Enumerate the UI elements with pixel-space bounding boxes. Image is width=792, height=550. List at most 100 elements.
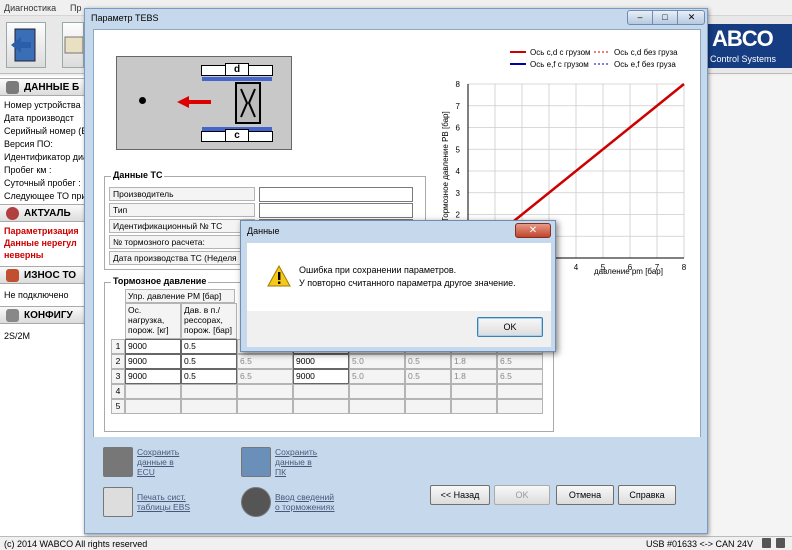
print-ebs-table-link[interactable]: Печать сист. таблицы EBS bbox=[137, 492, 190, 512]
window-title: Параметр TEBS bbox=[91, 13, 159, 23]
kingpin-dot bbox=[139, 97, 146, 104]
table-cell[interactable] bbox=[181, 384, 237, 399]
pc-save-icon[interactable] bbox=[241, 447, 271, 477]
warning-icon bbox=[267, 265, 291, 287]
row-number: 1 bbox=[111, 339, 125, 354]
help-button[interactable]: Справка bbox=[618, 485, 676, 505]
dialog-ok-button[interactable]: OK bbox=[477, 317, 543, 337]
exit-door-icon bbox=[11, 28, 36, 62]
brake-calc-label: № тормозного расчета: bbox=[109, 235, 255, 249]
save-to-ecu-link[interactable]: Сохранить данные в ECU bbox=[137, 447, 179, 477]
table-cell[interactable] bbox=[349, 399, 405, 414]
save-to-pc-link[interactable]: Сохранить данные в ПК bbox=[275, 447, 317, 477]
table-cell[interactable] bbox=[349, 384, 405, 399]
table-cell[interactable] bbox=[181, 399, 237, 414]
y-axis-label: Тормозное давление РВ [бар] bbox=[441, 111, 450, 222]
minimize-button[interactable]: – bbox=[628, 11, 653, 24]
col-header-load: Ос. нагрузка, порож. [кг] bbox=[125, 303, 181, 339]
table-cell[interactable]: 5.0 bbox=[349, 354, 405, 369]
cancel-button[interactable]: Отмена bbox=[556, 485, 614, 505]
right-background-strip bbox=[708, 76, 792, 536]
table-cell[interactable]: 6.5 bbox=[237, 354, 293, 369]
folder-icon bbox=[64, 36, 84, 54]
wear-row: Не подключено bbox=[4, 290, 69, 300]
table-cell[interactable]: 6.5 bbox=[497, 354, 543, 369]
dialog-footer: OK bbox=[247, 311, 551, 347]
maximize-button[interactable]: □ bbox=[653, 11, 678, 24]
device-data-header[interactable]: ДАННЫЕ Б bbox=[0, 78, 84, 96]
table-cell[interactable] bbox=[293, 399, 349, 414]
gear-icon bbox=[6, 309, 19, 322]
table-cell[interactable] bbox=[237, 384, 293, 399]
enter-braking-info-link[interactable]: Ввод сведений о торможениях bbox=[275, 492, 335, 512]
window-controls: – □ ✕ bbox=[627, 10, 705, 25]
menu-item-second[interactable]: Пр bbox=[70, 3, 81, 13]
table-cell[interactable] bbox=[237, 399, 293, 414]
open-folder-button[interactable] bbox=[62, 22, 84, 68]
table-cell[interactable]: 9000 bbox=[125, 354, 181, 369]
table-cell[interactable] bbox=[451, 384, 497, 399]
connection-status: USB #01633 <-> CAN 24V bbox=[646, 539, 754, 549]
y-tick-label: 3 bbox=[456, 189, 461, 198]
table-cell[interactable]: 6.5 bbox=[497, 369, 543, 384]
table-cell[interactable] bbox=[497, 384, 543, 399]
table-cell[interactable] bbox=[405, 399, 451, 414]
ok-button[interactable]: OK bbox=[494, 485, 550, 505]
connection-icon bbox=[762, 538, 771, 548]
brake-disc-icon[interactable] bbox=[241, 487, 271, 517]
table-cell[interactable] bbox=[451, 399, 497, 414]
table-cell[interactable]: 9000 bbox=[293, 354, 349, 369]
table-cell[interactable]: 5.0 bbox=[349, 369, 405, 384]
save-ecu-line-2: данные в bbox=[137, 457, 174, 467]
table-cell[interactable]: 0.5 bbox=[181, 339, 237, 354]
save-pc-line-3: ПК bbox=[275, 467, 287, 477]
direction-arrow-icon bbox=[177, 96, 211, 108]
type-input[interactable] bbox=[259, 203, 413, 218]
manufacturer-input[interactable] bbox=[259, 187, 413, 202]
printer-icon[interactable] bbox=[103, 487, 133, 517]
save-pc-line-2: данные в bbox=[275, 457, 312, 467]
x-axis-label: давление pm [бар] bbox=[594, 267, 663, 276]
print-line-2: таблицы EBS bbox=[137, 502, 191, 512]
save-pc-line-1: Сохранить bbox=[275, 447, 318, 457]
legend-label: Ось c,d с грузом bbox=[530, 48, 591, 57]
device-row-5: Идентификатор диа bbox=[4, 152, 84, 162]
table-cell[interactable]: 0.5 bbox=[181, 369, 237, 384]
actual-header[interactable]: АКТУАЛЬ bbox=[0, 204, 84, 222]
dialog-close-button[interactable]: ✕ bbox=[515, 223, 551, 238]
actual-row-2: Данные нерегул bbox=[4, 238, 77, 248]
config-header[interactable]: КОНФИГУ bbox=[0, 306, 84, 324]
table-cell[interactable]: 9000 bbox=[293, 369, 349, 384]
table-cell[interactable]: 6.5 bbox=[237, 369, 293, 384]
table-cell[interactable] bbox=[405, 384, 451, 399]
table-cell[interactable] bbox=[497, 399, 543, 414]
table-cell[interactable] bbox=[293, 384, 349, 399]
wabco-logo: ABCO Control Systems bbox=[706, 24, 792, 68]
table-cell[interactable]: 0.5 bbox=[405, 354, 451, 369]
logo-brand: ABCO bbox=[712, 26, 774, 51]
wear-header[interactable]: ИЗНОС ТО bbox=[0, 266, 84, 284]
magnifier-icon bbox=[6, 207, 19, 220]
y-tick-label: 8 bbox=[456, 80, 461, 89]
braking-info-line-2: о торможениях bbox=[275, 502, 335, 512]
ecu-save-icon[interactable] bbox=[103, 447, 133, 477]
save-ecu-line-3: ECU bbox=[137, 467, 155, 477]
braking-info-line-1: Ввод сведений bbox=[275, 492, 335, 502]
table-cell[interactable]: 0.5 bbox=[181, 354, 237, 369]
table-cell[interactable] bbox=[125, 399, 181, 414]
back-button[interactable]: << Назад bbox=[430, 485, 490, 505]
axle-label-d: d bbox=[225, 63, 249, 76]
table-cell[interactable]: 9000 bbox=[125, 339, 181, 354]
table-cell[interactable]: 9000 bbox=[125, 369, 181, 384]
table-cell[interactable]: 1.8 bbox=[451, 354, 497, 369]
menu-item-diagnostics[interactable]: Диагностика bbox=[4, 3, 56, 13]
close-button[interactable]: ✕ bbox=[678, 11, 705, 24]
exit-button[interactable] bbox=[6, 22, 46, 68]
brake-wear-icon bbox=[6, 269, 19, 282]
table-cell[interactable]: 1.8 bbox=[451, 369, 497, 384]
table-cell[interactable]: 0.5 bbox=[405, 369, 451, 384]
left-info-panel: ДАННЫЕ Б Номер устройства : Дата произво… bbox=[0, 76, 84, 536]
axle-label-c: c bbox=[225, 129, 249, 142]
config-row: 2S/2M bbox=[4, 331, 31, 341]
table-cell[interactable] bbox=[125, 384, 181, 399]
